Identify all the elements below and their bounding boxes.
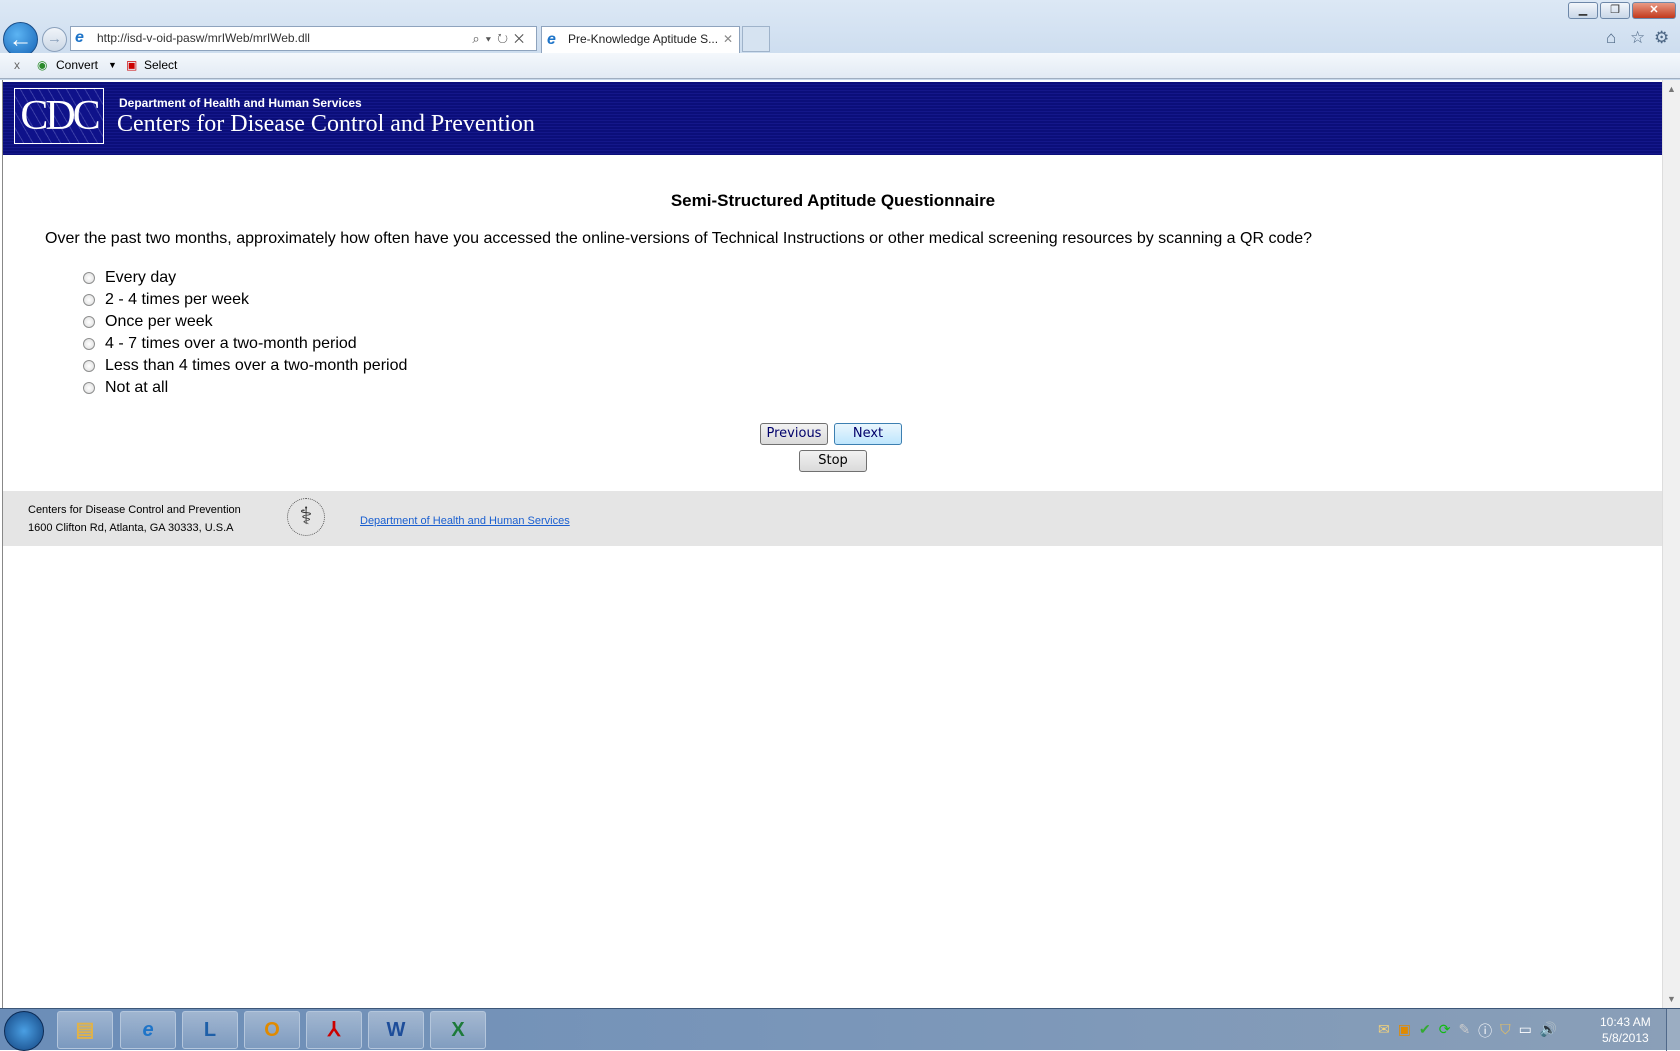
outlook-tray-icon[interactable]: ▣	[1398, 1021, 1411, 1041]
network-icon[interactable]: ▭	[1519, 1021, 1532, 1041]
taskbar-word[interactable]: W	[368, 1011, 424, 1049]
scroll-up-icon[interactable]: ▲	[1667, 84, 1676, 94]
clock-date: 5/8/2013	[1601, 1031, 1649, 1045]
convert-icon: ◉	[37, 58, 48, 72]
option-label: 4 - 7 times over a two-month period	[105, 335, 357, 352]
option-once-per-week[interactable]: Once per week	[83, 311, 407, 333]
clock[interactable]: 10:43 AM 5/8/2013	[1600, 1014, 1651, 1046]
hhs-eagle-icon: ⚕	[287, 498, 325, 536]
taskbar-outlook[interactable]: O	[244, 1011, 300, 1049]
option-less-than-4[interactable]: Less than 4 times over a two-month perio…	[83, 355, 407, 377]
start-button[interactable]	[4, 1011, 44, 1051]
back-button[interactable]: ←	[3, 22, 38, 57]
convert-button[interactable]: Convert	[56, 58, 98, 72]
taskbar-lync[interactable]: L	[182, 1011, 238, 1049]
scroll-down-icon[interactable]: ▼	[1667, 994, 1676, 1004]
option-not-at-all[interactable]: Not at all	[83, 377, 407, 399]
url-text[interactable]: http://isd-v-oid-pasw/mrIWeb/mrIWeb.dll	[97, 27, 310, 50]
cdc-header: CDC Department of Health and Human Servi…	[3, 82, 1663, 155]
select-icon: ▣	[126, 58, 138, 72]
info-icon[interactable]: ⓘ	[1478, 1021, 1492, 1041]
option-2-4-per-week[interactable]: 2 - 4 times per week	[83, 289, 407, 311]
department-name: Department of Health and Human Services	[119, 96, 362, 110]
security-icon[interactable]: ⛉	[1500, 1021, 1511, 1041]
answer-options: Every day 2 - 4 times per week Once per …	[83, 267, 407, 399]
browser-chrome: ▁ ❐ ✕ ← → e http://isd-v-oid-pasw/mrIWeb…	[0, 0, 1680, 80]
close-tab-icon[interactable]: ✕	[723, 27, 733, 52]
close-toolbar-icon[interactable]: x	[14, 58, 20, 72]
question-text: Over the past two months, approximately …	[45, 230, 1313, 247]
taskbar-explorer[interactable]: ▤	[57, 1011, 113, 1049]
close-window-button[interactable]: ✕	[1632, 2, 1676, 19]
pdf-toolbar: x ◉ Convert ▼ ▣ Select	[0, 53, 1680, 79]
system-tray: ✉ ▣ ✔ ⟳ ✎ ⓘ ⛉ ▭ 🔊	[1378, 1021, 1557, 1041]
radio-button[interactable]	[83, 360, 95, 372]
tab-active[interactable]: e Pre-Knowledge Aptitude S... ✕	[541, 26, 740, 53]
window-controls: ▁ ❐ ✕	[1568, 2, 1676, 19]
radio-button[interactable]	[83, 338, 95, 350]
previous-button[interactable]: Previous	[760, 423, 828, 445]
restore-button[interactable]: ❐	[1600, 2, 1630, 19]
minimize-button[interactable]: ▁	[1568, 2, 1598, 19]
usb-icon[interactable]: ✎	[1458, 1021, 1470, 1041]
footer-address: 1600 Clifton Rd, Atlanta, GA 30333, U.S.…	[28, 522, 234, 534]
convert-dropdown-icon[interactable]: ▼	[108, 60, 117, 70]
tab-title: Pre-Knowledge Aptitude S...	[568, 32, 719, 46]
option-label: 2 - 4 times per week	[105, 291, 250, 308]
radio-button[interactable]	[83, 272, 95, 284]
page-content: CDC Department of Health and Human Servi…	[2, 80, 1663, 1008]
select-button[interactable]: Select	[144, 58, 177, 72]
ie-icon: e	[75, 29, 84, 46]
vertical-scrollbar[interactable]: ▲ ▼	[1662, 80, 1680, 1008]
taskbar-excel[interactable]: X	[430, 1011, 486, 1049]
home-icon[interactable]: ⌂	[1606, 28, 1616, 48]
taskbar: ▤ e L O ⅄ W X ✉ ▣ ✔ ⟳ ✎ ⓘ ⛉ ▭ 🔊 10:43 AM…	[0, 1008, 1680, 1051]
stop-button[interactable]: Stop	[799, 450, 867, 472]
cdc-logo[interactable]: CDC	[14, 88, 104, 144]
volume-icon[interactable]: 🔊	[1540, 1021, 1557, 1041]
option-label: Less than 4 times over a two-month perio…	[105, 357, 408, 374]
taskbar-acrobat[interactable]: ⅄	[306, 1011, 362, 1049]
sync-icon[interactable]: ⟳	[1439, 1021, 1451, 1041]
page-title: Semi-Structured Aptitude Questionnaire	[670, 191, 996, 210]
gear-icon[interactable]: ⚙	[1654, 28, 1669, 48]
power-icon[interactable]: ✔	[1419, 1021, 1431, 1041]
clock-time: 10:43 AM	[1600, 1015, 1651, 1029]
address-bar[interactable]: e http://isd-v-oid-pasw/mrIWeb/mrIWeb.dl…	[70, 26, 537, 51]
option-label: Not at all	[105, 379, 169, 396]
footer-agency: Centers for Disease Control and Preventi…	[28, 504, 241, 516]
option-label: Every day	[105, 269, 177, 286]
new-tab-button[interactable]	[742, 26, 770, 52]
forward-button[interactable]: →	[42, 27, 67, 52]
agency-name: Centers for Disease Control and Preventi…	[117, 111, 535, 137]
mail-icon[interactable]: ✉	[1378, 1021, 1390, 1041]
option-every-day[interactable]: Every day	[83, 267, 407, 289]
next-button[interactable]: Next	[834, 423, 902, 445]
hhs-link[interactable]: Department of Health and Human Services	[360, 515, 570, 527]
favorites-star-icon[interactable]: ☆	[1630, 28, 1645, 48]
radio-button[interactable]	[83, 294, 95, 306]
radio-button[interactable]	[83, 382, 95, 394]
footer: Centers for Disease Control and Preventi…	[3, 491, 1663, 546]
option-label: Once per week	[105, 313, 213, 330]
taskbar-internet-explorer[interactable]: e	[120, 1011, 176, 1049]
ie-icon: e	[547, 31, 556, 48]
show-desktop-button[interactable]	[1666, 1009, 1680, 1051]
option-4-7-two-months[interactable]: 4 - 7 times over a two-month period	[83, 333, 407, 355]
search-refresh-stop-icons[interactable]: ⌕▾↻✕	[472, 27, 530, 50]
radio-button[interactable]	[83, 316, 95, 328]
